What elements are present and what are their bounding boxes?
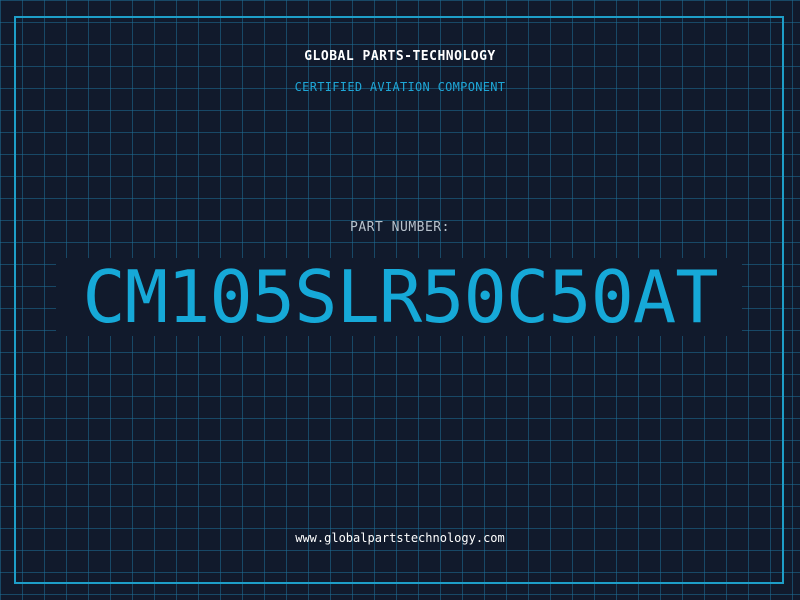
company-name: GLOBAL PARTS-TECHNOLOGY — [304, 49, 496, 64]
part-number-value: CM105SLR50C50AT — [82, 255, 718, 339]
part-number-label: PART NUMBER: — [350, 220, 450, 235]
part-label-card: GLOBAL PARTS-TECHNOLOGY CERTIFIED AVIATI… — [0, 0, 800, 600]
certification-subtitle: CERTIFIED AVIATION COMPONENT — [294, 80, 506, 94]
website-url: www.globalpartstechnology.com — [295, 531, 505, 545]
